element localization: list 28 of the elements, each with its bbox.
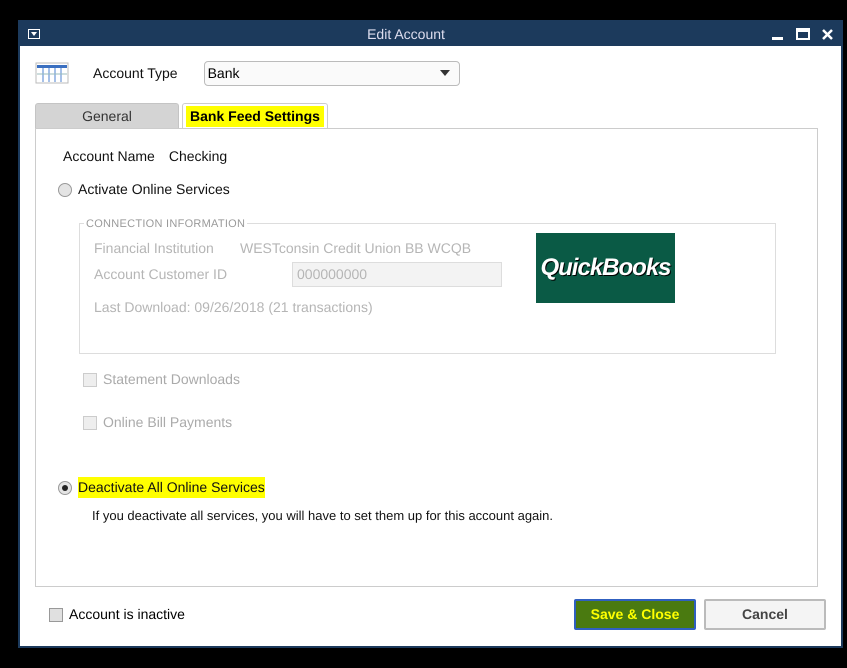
tab[interactable]: General bbox=[35, 103, 179, 128]
checkbox-label: Account is inactive bbox=[69, 605, 185, 624]
close-icon[interactable] bbox=[822, 28, 833, 40]
tab[interactable]: Bank Feed Settings bbox=[182, 103, 328, 128]
cancel-button[interactable]: Cancel bbox=[704, 599, 826, 630]
checkbox[interactable] bbox=[49, 608, 63, 622]
checkbox-label: Statement Downloads bbox=[103, 370, 240, 389]
account-name-label: Account Name bbox=[63, 147, 155, 166]
account-type-dropdown[interactable]: Bank bbox=[204, 60, 460, 86]
checkbox-label: Online Bill Payments bbox=[103, 413, 232, 432]
field-label: Financial Institution bbox=[94, 239, 215, 256]
field-value: WESTconsin Credit Union BB WCQB bbox=[240, 239, 472, 256]
caret-icon bbox=[440, 70, 450, 76]
field-label: Account Customer ID bbox=[94, 265, 228, 284]
activate-label: Activate Online Services bbox=[78, 180, 230, 199]
radio-button[interactable] bbox=[58, 182, 72, 196]
account-type-label: Account Type bbox=[93, 64, 178, 83]
window-title: Edit Account bbox=[366, 24, 446, 44]
radio-button[interactable] bbox=[58, 480, 72, 494]
register-icon bbox=[35, 62, 69, 84]
deactivate-note: If you deactivate all services, you will have to set them up for this account again. bbox=[92, 507, 554, 525]
menu-icon[interactable] bbox=[28, 29, 40, 39]
logo: QuickBooks bbox=[536, 233, 675, 303]
save-button[interactable]: Save & Close bbox=[574, 599, 696, 630]
last-download-text: Last Download: 09/26/2018 (21 transactions) bbox=[94, 298, 374, 317]
account-name-value: Checking bbox=[168, 147, 228, 166]
maximize-icon[interactable] bbox=[796, 28, 810, 40]
deactivate-label: Deactivate All Online Services bbox=[78, 477, 265, 498]
